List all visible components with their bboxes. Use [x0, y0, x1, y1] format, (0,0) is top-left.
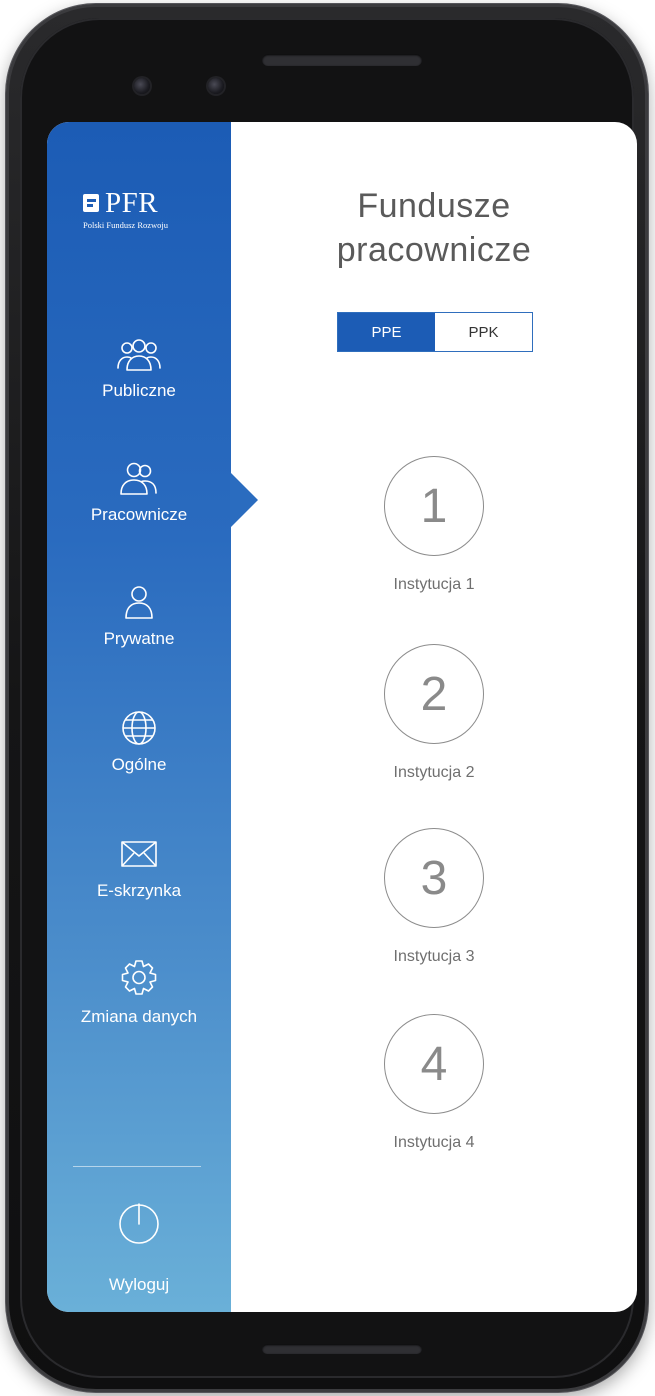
sidebar-item-label: Prywatne — [103, 629, 175, 648]
sidebar-divider — [73, 1166, 201, 1167]
sidebar-item-label: Ogólne — [111, 755, 167, 774]
sidebar-item-publiczne[interactable]: Publiczne — [47, 336, 231, 402]
sidebar-item-ogolne[interactable]: Ogólne — [47, 710, 231, 776]
institution-label: Instytucja 1 — [393, 576, 475, 593]
institution-label: Instytucja 4 — [393, 1134, 475, 1151]
institution-label: Instytucja 3 — [393, 948, 475, 965]
single-person-icon — [116, 584, 162, 620]
sidebar-item-zmiana-danych[interactable]: Zmiana danych — [47, 958, 231, 1028]
sidebar-item-label: Zmiana danych — [80, 1007, 198, 1026]
page-title-line2: pracownicze — [336, 231, 532, 269]
fund-type-toggle: PPE PPK — [337, 312, 533, 352]
sidebar-item-label: Pracownicze — [90, 505, 188, 524]
main-content: Fundusze pracownicze PPE PPK 1 Instytucj… — [231, 122, 637, 1312]
logout-label: Wyloguj — [108, 1275, 170, 1294]
institution-item[interactable]: 2 Instytucja 2 — [231, 644, 637, 782]
front-sensor — [208, 78, 224, 94]
power-icon — [114, 1198, 164, 1248]
earpiece-speaker — [262, 54, 422, 66]
institution-item[interactable]: 1 Instytucja 1 — [231, 456, 637, 594]
bottom-speaker — [262, 1344, 422, 1354]
sidebar-item-label: E-skrzynka — [96, 881, 182, 900]
sidebar-item-e-skrzynka[interactable]: E-skrzynka — [47, 836, 231, 902]
app-screen: PFR Polski Fundusz Rozwoju Publiczne Pra… — [47, 122, 637, 1312]
tab-ppk[interactable]: PPK — [435, 313, 532, 351]
institution-number-circle: 1 — [384, 456, 484, 556]
globe-icon — [116, 710, 162, 746]
page-title-line1: Fundusze — [357, 187, 511, 225]
group-two-people-icon — [116, 460, 162, 496]
pfr-logo: PFR Polski Fundusz Rozwoju — [83, 188, 213, 230]
page-title: Fundusze pracownicze — [231, 184, 637, 272]
institution-number-circle: 4 — [384, 1014, 484, 1114]
logo-text: PFR — [105, 187, 159, 219]
institution-number-circle: 2 — [384, 644, 484, 744]
institution-item[interactable]: 4 Instytucja 4 — [231, 1014, 637, 1152]
sidebar-item-prywatne[interactable]: Prywatne — [47, 584, 231, 650]
institution-item[interactable]: 3 Instytucja 3 — [231, 828, 637, 966]
tab-ppe[interactable]: PPE — [338, 313, 435, 351]
gear-icon — [116, 958, 162, 998]
front-camera — [134, 78, 150, 94]
institution-number-circle: 3 — [384, 828, 484, 928]
pfr-logo-mark-icon — [83, 194, 99, 212]
logout-button[interactable]: Wyloguj — [47, 1198, 231, 1296]
envelope-icon — [116, 836, 162, 872]
institution-label: Instytucja 2 — [393, 764, 475, 781]
logo-subtitle: Polski Fundusz Rozwoju — [83, 220, 169, 230]
sidebar-item-pracownicze[interactable]: Pracownicze — [47, 460, 231, 526]
group-three-people-icon — [116, 336, 162, 372]
sidebar-item-label: Publiczne — [102, 381, 176, 400]
sidebar: PFR Polski Fundusz Rozwoju Publiczne Pra… — [47, 122, 231, 1312]
